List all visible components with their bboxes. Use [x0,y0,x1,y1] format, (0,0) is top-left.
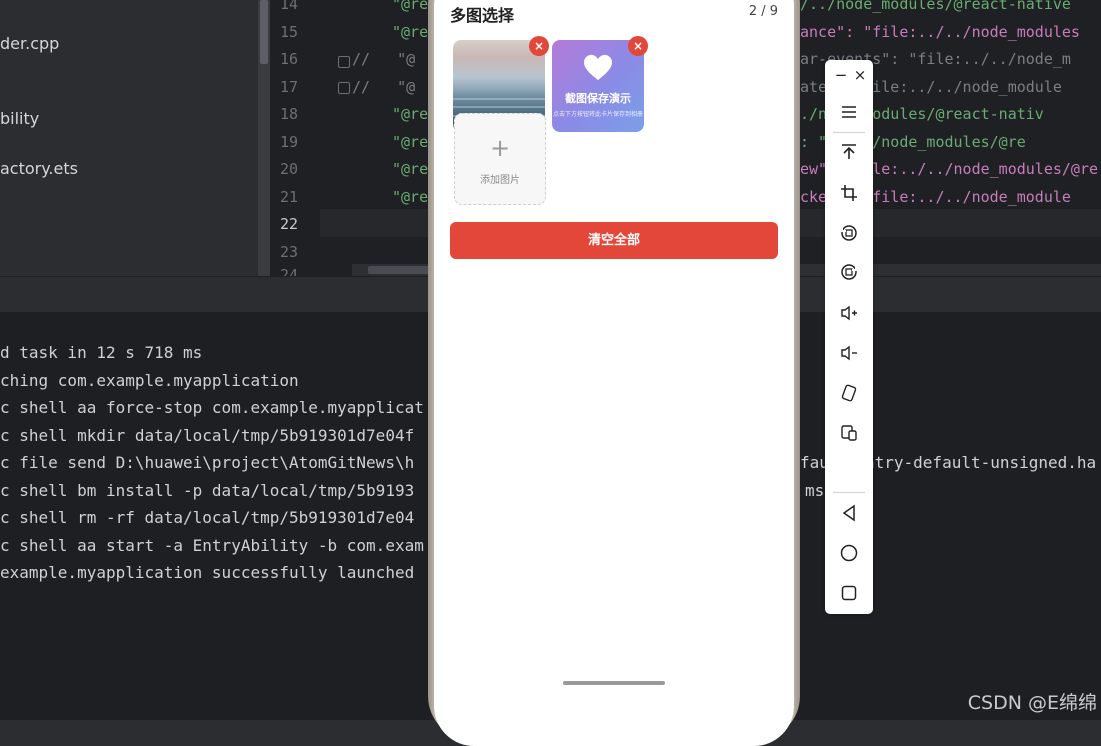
heart-icon [584,54,612,81]
menu-icon[interactable] [839,102,859,122]
close-icon[interactable]: × [850,66,870,86]
console-line: example.myapplication successfully launc… [0,563,415,582]
phone-screen: 多图选择 2 / 9 × 截图保存演示 点击下方按钮将此卡片保存到相册 × + … [434,0,794,746]
console-line: c shell aa start -a EntryAbility -b com.… [0,536,424,555]
code-line: "@re [392,133,429,151]
line-number: 18 [280,105,299,123]
recent-apps-icon[interactable] [839,583,859,603]
emulator-toolbar: − × [825,60,873,614]
code-line: "@re [392,160,429,178]
console-line-tail: ms [805,481,825,500]
watermark: CSDN @E绵绵 [967,692,1097,714]
line-number: 23 [280,243,299,261]
code-line: "@re [392,105,429,123]
remove-image-button[interactable]: × [529,36,549,56]
shake-icon[interactable] [839,383,859,403]
promo-card-subtitle: 点击下方按钮将此卡片保存到相册 [552,111,643,118]
line-number: 20 [280,160,299,178]
tree-item[interactable]: der.cpp [0,34,59,53]
volume-down-icon[interactable] [839,343,859,363]
code-line: "@re [392,23,429,41]
console-line: ching com.example.myapplication [0,371,299,390]
rotate-left-icon[interactable] [839,223,859,243]
console-line: c shell mkdir data/local/tmp/5b919301d7e… [0,426,415,445]
console-line: c shell rm -rf data/local/tmp/5b919301d7… [0,508,415,527]
line-number: 19 [280,133,299,151]
code-line: "@re [392,188,429,206]
line-number: 17 [280,78,299,96]
code-line: "@re [392,0,429,13]
fold-marker-icon[interactable] [338,82,350,94]
plus-icon: + [489,134,511,162]
project-tree: der.cpp bility actory.ets [0,0,258,276]
crop-icon[interactable] [839,183,859,203]
clear-all-button[interactable]: 清空全部 [450,222,778,259]
line-number: 22 [280,215,299,233]
tree-scrollbar[interactable] [258,0,270,276]
console-line: d task in 12 s 718 ms [0,343,203,362]
line-number: 15 [280,23,299,41]
multi-device-icon[interactable] [839,423,859,443]
fold-marker-icon[interactable] [338,56,350,68]
code-line-tail: ance": "file:../../node_modules [800,23,1080,41]
page-title: 多图选择 [450,6,515,25]
line-number: 21 [280,188,299,206]
rotate-right-icon[interactable] [839,262,859,282]
promo-card-title: 截图保存演示 [565,92,631,105]
console-line-tail: ntry-default-unsigned.ha [865,453,1097,472]
home-indicator[interactable] [563,681,665,685]
add-image-button[interactable]: + 添加图片 [454,113,546,205]
minimize-icon[interactable]: − [831,66,851,86]
code-line: // "@ [352,50,416,68]
image-counter: 2 / 9 [748,4,778,19]
pin-top-icon[interactable] [839,142,859,162]
code-line: // "@ [352,78,416,96]
home-icon[interactable] [839,543,859,563]
line-number: 14 [280,0,299,13]
console-line: c file send D:\huawei\project\AtomGitNew… [0,453,415,472]
volume-up-icon[interactable] [839,303,859,323]
remove-image-button[interactable]: × [628,36,648,56]
back-icon[interactable] [839,503,859,523]
image-thumbnail-screenshot-card[interactable]: 截图保存演示 点击下方按钮将此卡片保存到相册 [552,40,644,132]
tree-item[interactable]: bility [0,109,39,128]
tree-item[interactable]: actory.ets [0,159,78,178]
line-number: 24 [280,266,299,276]
code-line-tail: /../node_modules/@react-native [800,0,1071,13]
add-image-label: 添加图片 [480,175,520,186]
console-line: c shell aa force-stop com.example.myappl… [0,398,424,417]
console-line: c shell bm install -p data/local/tmp/5b9… [0,481,415,500]
line-number: 16 [280,50,299,68]
